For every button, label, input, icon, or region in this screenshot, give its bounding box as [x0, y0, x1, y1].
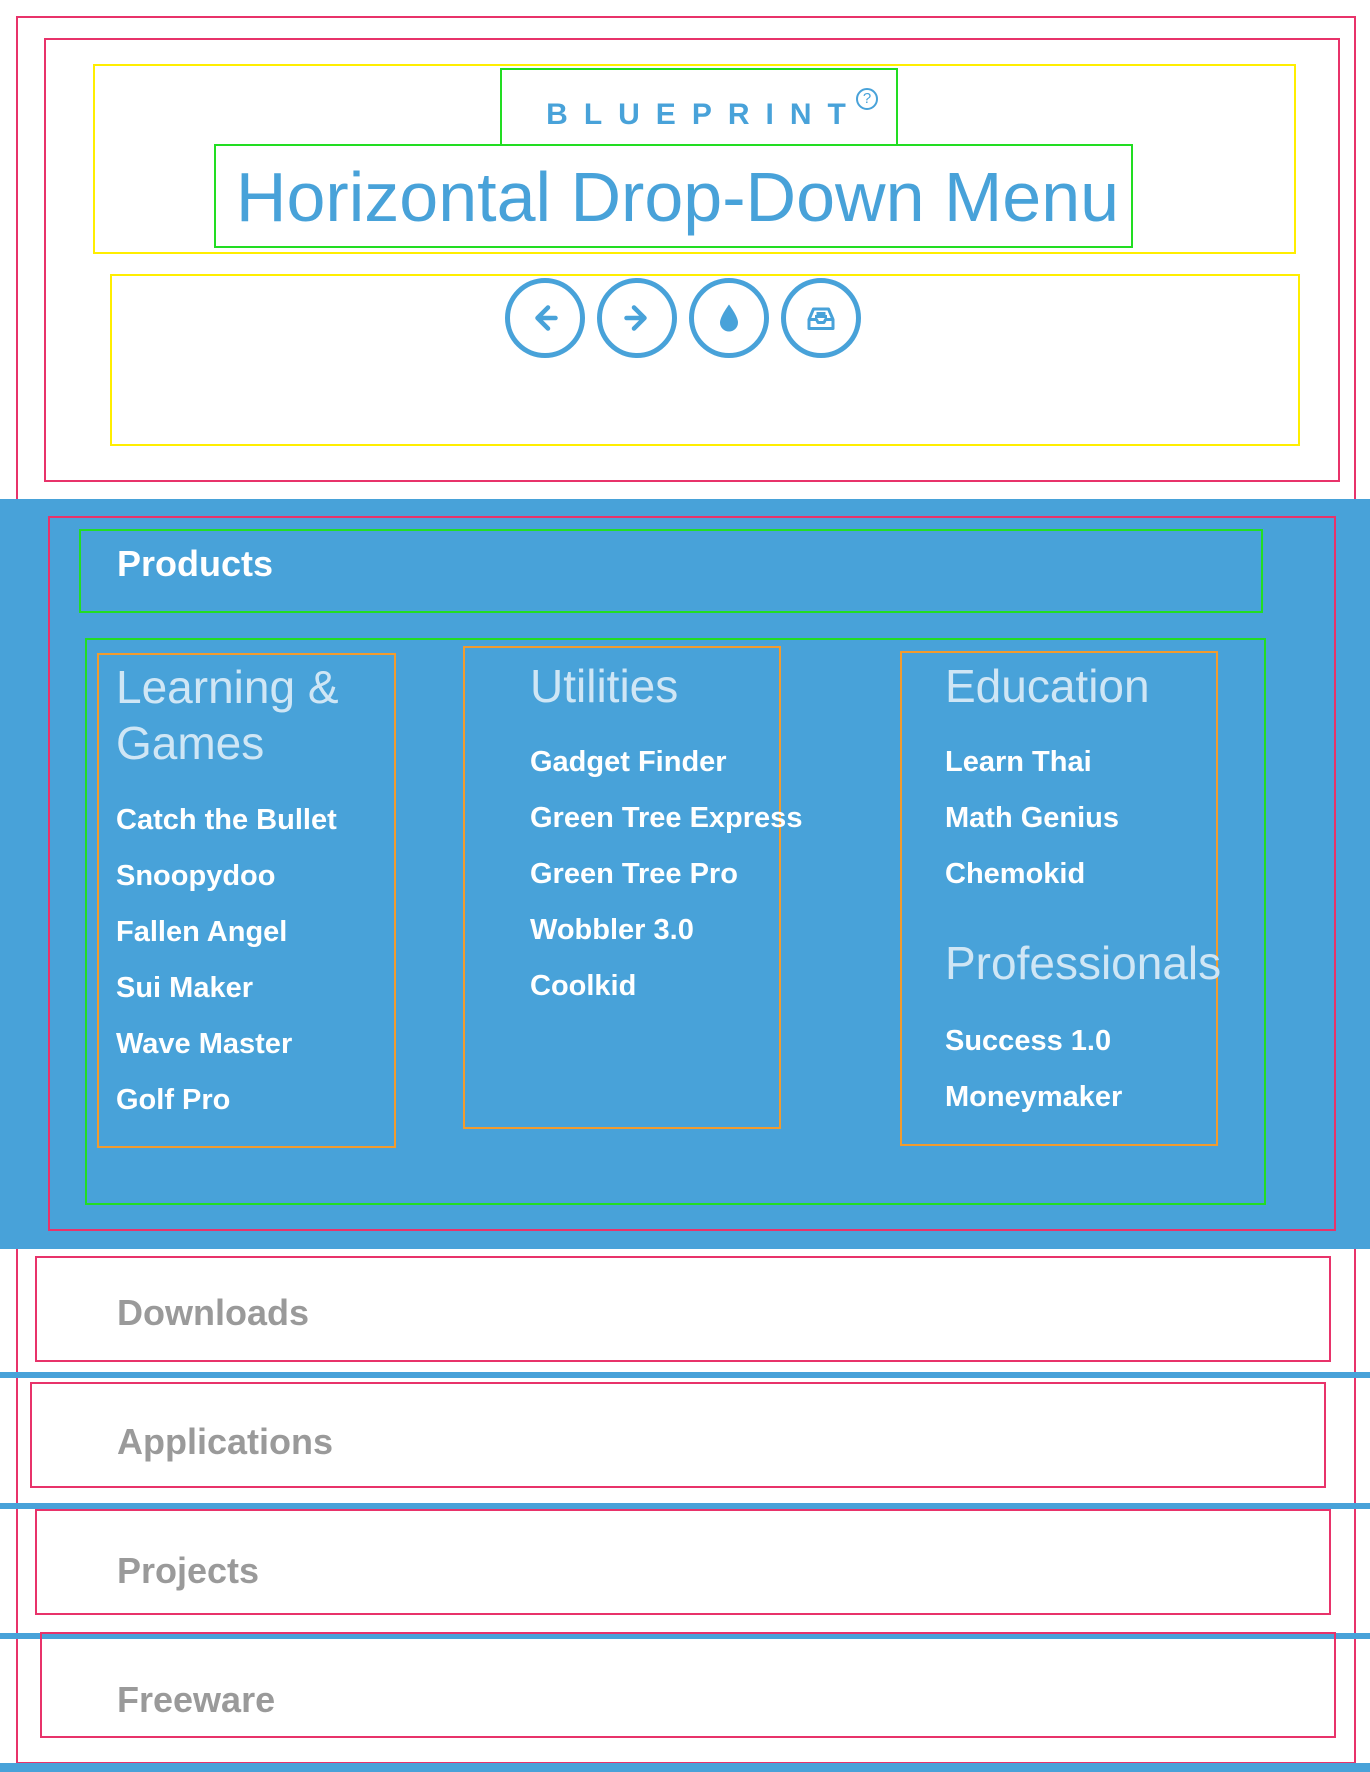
menu-link[interactable]: Golf Pro	[116, 1072, 337, 1128]
nav-item-projects[interactable]: Projects	[35, 1509, 1331, 1615]
inbox-icon	[807, 307, 835, 330]
menu-link[interactable]: Gadget Finder	[530, 734, 802, 790]
column-heading: Education	[945, 660, 1150, 712]
water-drop-icon	[720, 304, 738, 332]
menu-column-utilities: Utilities Gadget Finder Green Tree Expre…	[463, 646, 802, 1129]
menu-link[interactable]: Coolkid	[530, 958, 802, 1014]
menu-link[interactable]: Green Tree Pro	[530, 846, 802, 902]
menu-column-learning: Learning & Games Catch the Bullet Snoopy…	[97, 653, 396, 1148]
page-title-box: Horizontal Drop-Down Menu	[214, 144, 1133, 248]
nav-item-label: Applications	[117, 1421, 334, 1462]
theme-button[interactable]	[689, 278, 769, 358]
toolbar	[505, 278, 865, 360]
nav-divider	[0, 1372, 1370, 1378]
nav-item-label: Projects	[117, 1550, 260, 1591]
menu-link[interactable]: Math Genius	[945, 790, 1119, 846]
menu-link[interactable]: Chemokid	[945, 846, 1119, 902]
inbox-button[interactable]	[781, 278, 861, 358]
menu-link[interactable]: Learn Thai	[945, 734, 1119, 790]
menu-link[interactable]: Moneymaker	[945, 1069, 1122, 1125]
column-heading: Utilities	[530, 660, 679, 712]
arrow-right-icon	[624, 305, 647, 331]
menu-link[interactable]: Green Tree Express	[530, 790, 802, 846]
menu-link[interactable]: Catch the Bullet	[116, 792, 337, 848]
nav-item-freeware[interactable]: Freeware	[40, 1632, 1336, 1738]
menu-link[interactable]: Snoopydoo	[116, 848, 337, 904]
column-heading: Learning & Games	[116, 661, 339, 769]
previous-button[interactable]	[505, 278, 585, 358]
menu-link[interactable]: Success 1.0	[945, 1013, 1122, 1069]
brand-logo[interactable]: BLUEPRINT ?	[500, 68, 898, 146]
menu-column-education: Education Learn Thai Math Genius Chemoki…	[900, 651, 1222, 1146]
nav-item-applications[interactable]: Applications	[30, 1382, 1326, 1488]
products-label: Products	[117, 543, 274, 584]
menu-link[interactable]: Fallen Angel	[116, 904, 337, 960]
brand-text: BLUEPRINT	[546, 98, 862, 131]
products-nav-item[interactable]: Products	[79, 529, 1263, 613]
menu-link[interactable]: Sui Maker	[116, 960, 337, 1016]
nav-divider	[0, 1763, 1370, 1772]
help-icon[interactable]: ?	[856, 88, 878, 110]
column-heading: Professionals	[945, 937, 1222, 989]
nav-item-label: Freeware	[117, 1679, 276, 1720]
page-title: Horizontal Drop-Down Menu	[235, 158, 1120, 236]
menu-link[interactable]: Wave Master	[116, 1016, 337, 1072]
menu-link[interactable]: Wobbler 3.0	[530, 902, 802, 958]
arrow-left-icon	[535, 305, 558, 331]
nav-item-downloads[interactable]: Downloads	[35, 1256, 1331, 1362]
nav-item-label: Downloads	[117, 1292, 310, 1333]
next-button[interactable]	[597, 278, 677, 358]
